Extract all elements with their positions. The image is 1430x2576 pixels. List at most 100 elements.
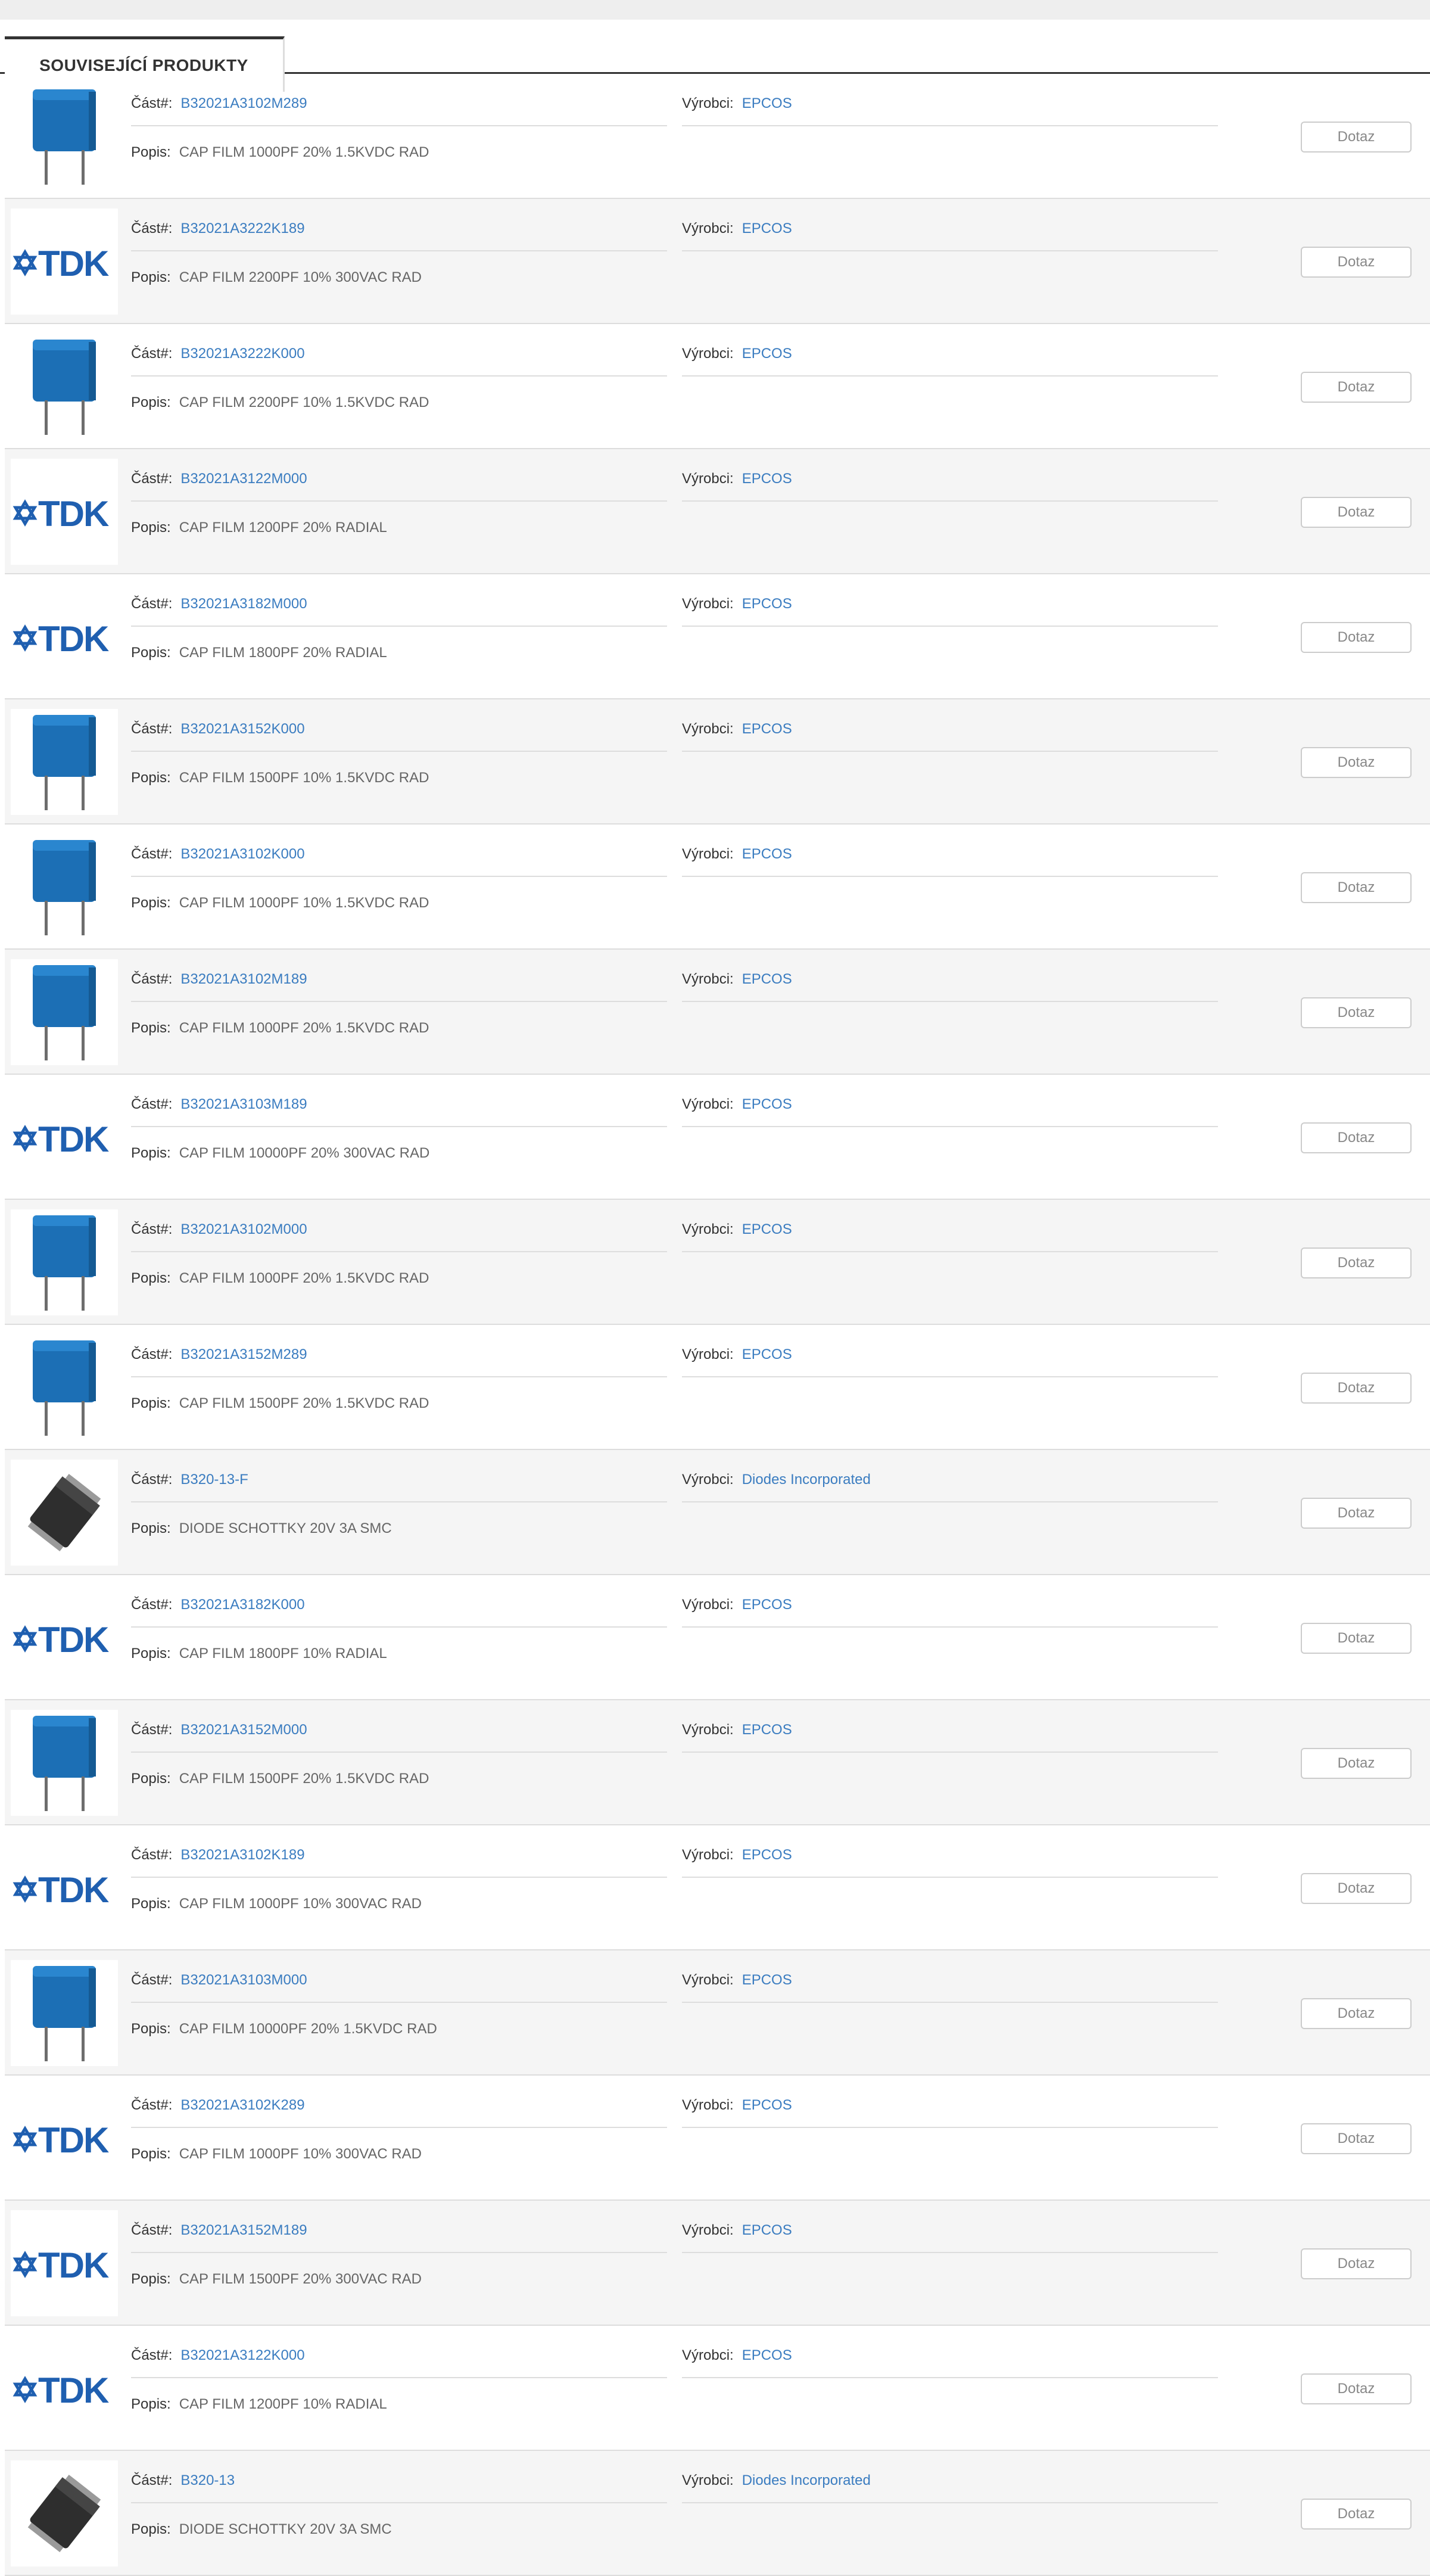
description-text: CAP FILM 10000PF 20% 300VAC RAD [179, 1145, 430, 1161]
capacitor-image [33, 715, 96, 810]
inquiry-button[interactable]: Dotaz [1301, 1373, 1412, 1404]
manufacturer-link[interactable]: EPCOS [742, 1722, 792, 1738]
inquiry-button[interactable]: Dotaz [1301, 122, 1412, 153]
part-number-link[interactable]: B32021A3103M189 [180, 1096, 307, 1112]
part-number-link[interactable]: B32021A3102M000 [180, 1221, 307, 1237]
product-thumbnail[interactable] [11, 2460, 118, 2566]
description-field: Popis: CAP FILM 1000PF 20% 1.5KVDC RAD [131, 1020, 727, 1037]
inquiry-button[interactable]: Dotaz [1301, 997, 1412, 1028]
manufacturer-link[interactable]: EPCOS [742, 721, 792, 737]
product-thumbnail[interactable]: TDK [11, 2335, 118, 2441]
product-thumbnail[interactable] [11, 834, 118, 940]
manufacturer-link[interactable]: EPCOS [742, 1847, 792, 1863]
product-thumbnail[interactable]: TDK [11, 1084, 118, 1190]
part-number-link[interactable]: B32021A3102M189 [180, 971, 307, 987]
part-number-link[interactable]: B32021A3122M000 [180, 471, 307, 487]
inquiry-button[interactable]: Dotaz [1301, 1998, 1412, 2029]
manufacturer-link[interactable]: EPCOS [742, 971, 792, 987]
inquiry-button[interactable]: Dotaz [1301, 247, 1412, 278]
part-number-link[interactable]: B32021A3102K189 [180, 1847, 304, 1863]
manufacturer-field: Výrobci: EPCOS [682, 220, 1218, 251]
part-number-link[interactable]: B320-13 [180, 2472, 235, 2488]
product-thumbnail[interactable] [11, 1460, 118, 1566]
part-number-link[interactable]: B320-13-F [180, 1471, 248, 1488]
manufacturer-link[interactable]: EPCOS [742, 596, 792, 612]
manufacturer-link[interactable]: EPCOS [742, 1597, 792, 1613]
manufacturer-link[interactable]: EPCOS [742, 95, 792, 111]
product-thumbnail[interactable] [11, 1710, 118, 1816]
product-thumbnail[interactable] [11, 1960, 118, 2066]
product-thumbnail[interactable]: TDK [11, 2085, 118, 2191]
description-label: Popis: [131, 394, 171, 410]
product-thumbnail[interactable]: TDK [11, 584, 118, 690]
manufacturer-link[interactable]: EPCOS [742, 1346, 792, 1362]
product-thumbnail[interactable]: TDK [11, 209, 118, 315]
part-number-link[interactable]: B32021A3152M000 [180, 1722, 307, 1738]
tdk-logo: TDK [13, 2370, 110, 2406]
part-number-link[interactable]: B32021A3182K000 [180, 1597, 304, 1613]
part-number-link[interactable]: B32021A3152M189 [180, 2222, 307, 2238]
part-label: Část#: [131, 1847, 173, 1863]
manufacturer-label: Výrobci: [682, 1722, 734, 1738]
manufacturer-link[interactable]: EPCOS [742, 220, 792, 237]
manufacturer-link[interactable]: EPCOS [742, 346, 792, 362]
manufacturer-link[interactable]: Diodes Incorporated [742, 2472, 871, 2488]
description-field: Popis: CAP FILM 1500PF 10% 1.5KVDC RAD [131, 770, 727, 786]
manufacturer-link[interactable]: Diodes Incorporated [742, 1471, 871, 1488]
inquiry-button[interactable]: Dotaz [1301, 2499, 1412, 2530]
part-number-link[interactable]: B32021A3152M289 [180, 1346, 307, 1362]
product-thumbnail[interactable]: TDK [11, 1585, 118, 1691]
inquiry-button[interactable]: Dotaz [1301, 1498, 1412, 1529]
manufacturer-label: Výrobci: [682, 346, 734, 362]
manufacturer-field: Výrobci: Diodes Incorporated [682, 2472, 1218, 2503]
manufacturer-link[interactable]: EPCOS [742, 1221, 792, 1237]
manufacturer-link[interactable]: EPCOS [742, 846, 792, 862]
tdk-logo: TDK [13, 1620, 110, 1656]
part-number-link[interactable]: B32021A3222K189 [180, 220, 304, 237]
inquiry-button[interactable]: Dotaz [1301, 1623, 1412, 1654]
manufacturer-link[interactable]: EPCOS [742, 2222, 792, 2238]
product-thumbnail[interactable] [11, 83, 118, 189]
inquiry-button[interactable]: Dotaz [1301, 497, 1412, 528]
manufacturer-field: Výrobci: EPCOS [682, 1346, 1218, 1377]
product-thumbnail[interactable]: TDK [11, 1835, 118, 1941]
product-thumbnail[interactable] [11, 1209, 118, 1315]
inquiry-button[interactable]: Dotaz [1301, 1122, 1412, 1153]
part-number-field: Část#: B32021A3103M189 [131, 1096, 667, 1127]
part-number-link[interactable]: B32021A3102K289 [180, 2097, 304, 2113]
part-number-link[interactable]: B32021A3182M000 [180, 596, 307, 612]
manufacturer-label: Výrobci: [682, 220, 734, 237]
part-number-link[interactable]: B32021A3102K000 [180, 846, 304, 862]
inquiry-button[interactable]: Dotaz [1301, 747, 1412, 778]
part-number-link[interactable]: B32021A3103M000 [180, 1972, 307, 1988]
inquiry-button[interactable]: Dotaz [1301, 372, 1412, 403]
inquiry-button[interactable]: Dotaz [1301, 1873, 1412, 1904]
description-field: Popis: CAP FILM 1000PF 20% 1.5KVDC RAD [131, 144, 727, 161]
manufacturer-link[interactable]: EPCOS [742, 1972, 792, 1988]
inquiry-button[interactable]: Dotaz [1301, 622, 1412, 653]
product-thumbnail[interactable]: TDK [11, 459, 118, 565]
product-thumbnail[interactable] [11, 709, 118, 815]
tdk-logo: TDK [13, 1119, 110, 1155]
product-thumbnail[interactable] [11, 959, 118, 1065]
part-number-link[interactable]: B32021A3152K000 [180, 721, 304, 737]
product-thumbnail[interactable] [11, 1334, 118, 1441]
manufacturer-label: Výrobci: [682, 1096, 734, 1112]
inquiry-button[interactable]: Dotaz [1301, 1748, 1412, 1779]
part-number-link[interactable]: B32021A3222K000 [180, 346, 304, 362]
manufacturer-link[interactable]: EPCOS [742, 471, 792, 487]
inquiry-button[interactable]: Dotaz [1301, 2123, 1412, 2154]
product-thumbnail[interactable]: TDK [11, 2210, 118, 2316]
part-number-link[interactable]: B32021A3122K000 [180, 2347, 304, 2363]
inquiry-button[interactable]: Dotaz [1301, 2373, 1412, 2404]
inquiry-button[interactable]: Dotaz [1301, 872, 1412, 903]
manufacturer-link[interactable]: EPCOS [742, 2097, 792, 2113]
manufacturer-link[interactable]: EPCOS [742, 1096, 792, 1112]
manufacturer-link[interactable]: EPCOS [742, 2347, 792, 2363]
product-thumbnail[interactable] [11, 334, 118, 440]
svg-text:TDK: TDK [38, 2120, 109, 2156]
inquiry-button[interactable]: Dotaz [1301, 2248, 1412, 2279]
description-label: Popis: [131, 1020, 171, 1036]
inquiry-button[interactable]: Dotaz [1301, 1247, 1412, 1278]
part-number-link[interactable]: B32021A3102M289 [180, 95, 307, 111]
